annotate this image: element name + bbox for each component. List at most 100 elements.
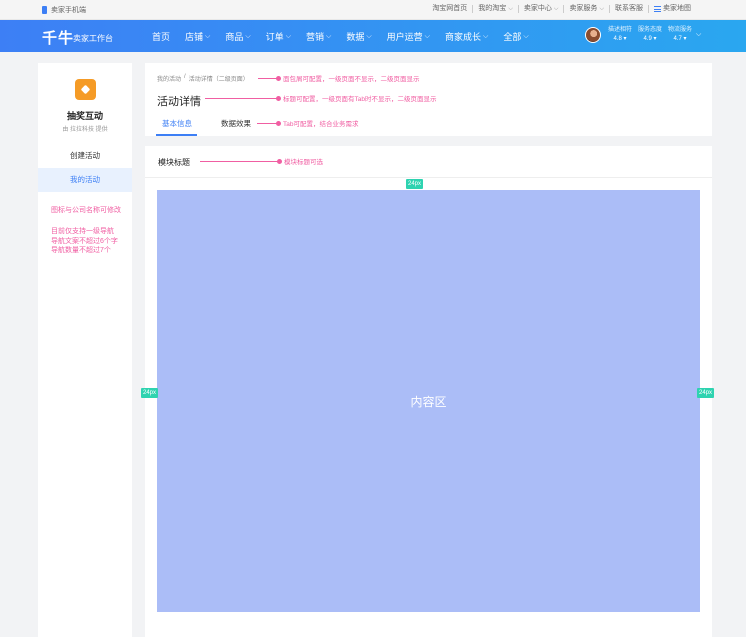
top-link-label: 卖家服务	[569, 5, 598, 12]
annotation-line	[200, 160, 278, 162]
main-nav: 首页 店铺 ⌵ 商品 ⌵ 订单 ⌵ 营销 ⌵ 数据 ⌵ 用户运营 ⌵ 商家成长 ⌵ 全部 ⌵	[152, 30, 544, 43]
annotation-dot	[277, 158, 282, 164]
top-link-seller-center[interactable]: 卖家中心 ⌵	[517, 5, 564, 13]
module-title: 模块标题	[158, 158, 190, 167]
rating-value: 4.9 ▾	[643, 36, 657, 42]
seller-mobile-label: 卖家手机端	[51, 7, 86, 14]
top-link-seller-service[interactable]: 卖家服务 ⌵	[563, 5, 609, 13]
top-link-taobao-home[interactable]: 淘宝网首页	[427, 5, 472, 13]
top-links: 淘宝网首页 我的淘宝 ⌵ 卖家中心 ⌵ 卖家服务 ⌵ 联系客服 卖家地图	[427, 5, 696, 13]
annotation-line	[257, 122, 277, 124]
annotation-tabs: Tab可配置，结合业务需求	[257, 118, 358, 128]
main-header: 千牛 卖家工作台 首页 店铺 ⌵ 商品 ⌵ 订单 ⌵ 营销 ⌵ 数据 ⌵ 用户运营 ⌵ 商家…	[0, 20, 746, 52]
chevron-down-icon: ⌵	[285, 32, 291, 40]
rating-logistics: 物流服务 4.7 ▾	[668, 26, 692, 44]
annotation-dot	[276, 75, 281, 81]
nav-label: 用户运营	[386, 32, 423, 42]
app-sidebar: 抽奖互动 由 拉拉科技 提供 创建活动 我的活动 图标与公司名称可修改 目前仅支…	[38, 63, 132, 637]
annotation-text: 面包屑可配置，一级页面不显示，二级页面显示	[283, 76, 420, 83]
breadcrumb: 我的活动 / 活动详情（二级页面）	[157, 74, 249, 83]
annotation-line	[205, 97, 277, 99]
chevron-down-icon: ⌵	[696, 31, 702, 38]
module-card: 模块标题 内容区	[145, 146, 712, 637]
spacing-tag-top: 24px	[406, 179, 424, 189]
rating-value: 4.7 ▾	[673, 36, 687, 42]
nav-label: 首页	[152, 32, 171, 42]
nav-item-all[interactable]: 全部 ⌵	[503, 30, 528, 43]
top-link-label: 我的淘宝	[478, 5, 507, 12]
sidebar-item-my-activities[interactable]: 我的活动	[38, 168, 132, 192]
sidebar-item-create-activity[interactable]: 创建活动	[38, 144, 132, 168]
rating-service: 服务态度 4.9 ▾	[638, 26, 662, 44]
chevron-down-icon: ⌵	[424, 32, 430, 40]
content-area: 内容区	[157, 190, 700, 612]
nav-item-orders[interactable]: 订单 ⌵	[266, 30, 291, 43]
phone-icon	[42, 6, 47, 14]
top-link-contact-support[interactable]: 联系客服	[609, 5, 648, 13]
tab-data-effect[interactable]: 数据效果	[221, 118, 251, 129]
top-link-seller-map[interactable]: 卖家地图	[648, 5, 696, 13]
nav-label: 订单	[265, 32, 284, 42]
annotation-line: 导航文案不超过6个字	[51, 237, 118, 245]
arrow-down-icon: ▾	[683, 36, 687, 42]
nav-label: 数据	[346, 32, 365, 42]
breadcrumb-item-current: 活动详情（二级页面）	[188, 77, 249, 83]
chevron-down-icon: ⌵	[326, 32, 332, 40]
arrow-down-icon: ▾	[623, 36, 627, 42]
nav-item-products[interactable]: 商品 ⌵	[225, 30, 250, 43]
annotation-line	[258, 77, 277, 79]
rating-label: 服务态度	[638, 27, 663, 33]
nav-label: 商家成长	[444, 32, 481, 42]
shop-ratings: 描述相符 4.8 ▾ 服务态度 4.9 ▾ 物流服务 4.7 ▾	[608, 26, 692, 44]
qianniu-logo[interactable]: 千牛	[42, 27, 74, 48]
top-link-label: 淘宝网首页	[432, 5, 468, 12]
app-provider: 由 拉拉科技 提供	[62, 127, 108, 133]
sidebar-annotation-icon: 图标与公司名称可修改	[51, 207, 121, 214]
nav-label: 商品	[225, 32, 244, 42]
annotation-text: 模块标题可选	[284, 159, 323, 166]
seller-mobile-link[interactable]: 卖家手机端	[42, 5, 86, 15]
shop-profile[interactable]: 描述相符 4.8 ▾ 服务态度 4.9 ▾ 物流服务 4.7 ▾ ⌵	[585, 26, 701, 44]
annotation-title: 标题可配置，一级页面有Tab时不显示，二级页面显示	[205, 93, 436, 103]
breadcrumb-separator: /	[184, 74, 186, 80]
sidebar-annotation-nav: 目前仅支持一级导航 导航文案不超过6个字 导航数量不超过7个	[51, 227, 118, 256]
annotation-breadcrumb: 面包屑可配置，一级页面不显示，二级页面显示	[258, 73, 420, 83]
annotation-line: 导航数量不超过7个	[51, 247, 111, 254]
spacing-tag-left: 24px	[141, 388, 159, 398]
nav-item-user-ops[interactable]: 用户运营 ⌵	[387, 30, 430, 43]
nav-item-home[interactable]: 首页	[152, 30, 170, 43]
chevron-down-icon: ⌵	[483, 32, 489, 40]
rating-description: 描述相符 4.8 ▾	[608, 26, 632, 44]
active-tab-indicator	[156, 134, 197, 136]
nav-item-marketing[interactable]: 营销 ⌵	[306, 30, 331, 43]
annotation-line: 目前仅支持一级导航	[51, 228, 114, 235]
top-link-label: 卖家地图	[663, 5, 691, 12]
annotation-text: 标题可配置，一级页面有Tab时不显示，二级页面显示	[283, 96, 437, 103]
top-link-my-taobao[interactable]: 我的淘宝 ⌵	[472, 5, 518, 13]
arrow-down-icon: ▾	[653, 36, 657, 42]
nav-item-merchant-growth[interactable]: 商家成长 ⌵	[445, 30, 488, 43]
breadcrumb-item[interactable]: 我的活动	[157, 74, 181, 83]
annotation-dot	[276, 95, 281, 101]
rating-label: 描述相符	[608, 27, 633, 33]
spacing-tag-right: 24px	[697, 388, 715, 398]
nav-label: 营销	[306, 32, 325, 42]
nav-label: 店铺	[185, 32, 204, 42]
divider	[145, 177, 712, 178]
chevron-down-icon: ⌵	[553, 6, 559, 12]
rating-value: 4.8 ▾	[613, 36, 627, 42]
rating-label: 物流服务	[668, 27, 693, 33]
chevron-down-icon: ⌵	[205, 32, 211, 40]
page-title: 活动详情	[157, 96, 201, 108]
tab-basic-info[interactable]: 基本信息	[162, 118, 192, 129]
annotation-module-title: 模块标题可选	[200, 156, 323, 166]
nav-item-data[interactable]: 数据 ⌵	[346, 30, 371, 43]
avatar	[585, 27, 601, 43]
top-utility-bar: 卖家手机端 淘宝网首页 我的淘宝 ⌵ 卖家中心 ⌵ 卖家服务 ⌵ 联系客服 卖家地图	[0, 0, 746, 20]
nav-item-shop[interactable]: 店铺 ⌵	[185, 30, 210, 43]
annotation-text: Tab可配置，结合业务需求	[283, 121, 359, 128]
chevron-down-icon: ⌵	[366, 32, 372, 40]
annotation-dot	[276, 120, 281, 126]
top-link-label: 卖家中心	[523, 5, 552, 12]
top-link-label: 联系客服	[615, 5, 643, 12]
